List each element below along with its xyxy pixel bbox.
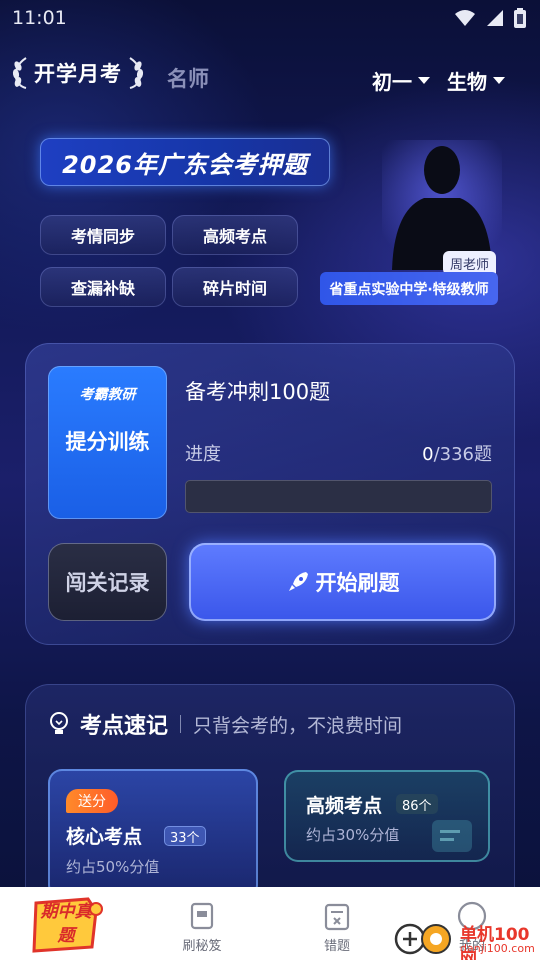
subject-selector[interactable]: 生物	[447, 66, 505, 95]
tab-secrets[interactable]: 刷秘笈	[152, 887, 252, 960]
laurel-left-icon	[12, 57, 27, 89]
core-points-desc: 约占50%分值	[66, 858, 160, 876]
rocket-icon	[288, 572, 308, 591]
quick-notes-subtitle: 只背会考的，不浪费时间	[193, 714, 403, 737]
frequent-points-title: 高频考点	[306, 795, 383, 817]
laurel-right-icon	[129, 57, 144, 89]
quick-notes-header: 考点速记 只背会考的，不浪费时间	[48, 708, 402, 740]
chevron-down-icon	[418, 77, 430, 84]
grade-selector[interactable]: 初一	[372, 66, 430, 95]
start-practice-button[interactable]: 开始刷题	[189, 543, 496, 621]
grade-label: 初一	[372, 70, 412, 94]
notes-icon	[432, 820, 472, 852]
lightbulb-icon	[50, 712, 68, 734]
brand-title[interactable]: 开学月考	[34, 58, 122, 88]
bonus-badge: 送分	[66, 789, 118, 813]
progress-total: /336题	[433, 444, 492, 465]
frequent-points-desc: 约占30%分值	[306, 826, 400, 844]
practice-title: 备考冲刺100题	[185, 380, 331, 404]
teacher-title-badge: 省重点实验中学·特级教师	[320, 272, 498, 305]
subject-label: 生物	[447, 70, 487, 94]
exam-banner-title: 2026年广东会考押题	[40, 138, 330, 186]
status-bar: 11:01	[0, 0, 540, 36]
tab-secrets-label: 刷秘笈	[182, 939, 222, 954]
wifi-icon	[455, 10, 475, 26]
watermark-url: danji100.com	[460, 942, 535, 955]
practice-badge: 考霸教研 提分训练	[48, 366, 167, 519]
start-practice-label: 开始刷题	[315, 571, 400, 595]
battery-icon	[514, 8, 526, 28]
core-points-count: 33个	[164, 826, 206, 846]
chevron-down-icon	[493, 77, 505, 84]
tab-wrong-questions-label: 错题	[323, 939, 350, 954]
feature-chip: 高频考点	[172, 215, 298, 255]
feature-chip: 碎片时间	[172, 267, 298, 307]
progress-done: 0	[422, 444, 434, 465]
challenge-record-button[interactable]: 闯关记录	[48, 543, 167, 621]
midterm-mascot-label: 期中真题	[40, 902, 92, 946]
progress-label: 进度	[185, 444, 221, 465]
divider	[180, 715, 182, 733]
progress-bar	[185, 480, 492, 513]
quick-notes-title: 考点速记	[80, 714, 169, 739]
top-bar: 开学月考 名师 初一 生物	[0, 56, 540, 100]
book-icon	[190, 902, 214, 930]
feature-chip: 考情同步	[40, 215, 166, 255]
feature-chip: 查漏补缺	[40, 267, 166, 307]
frequent-points-count: 86个	[396, 794, 438, 814]
brand: 开学月考 名师	[12, 56, 209, 91]
badge-brand: 考霸教研	[79, 387, 136, 403]
status-time: 11:01	[12, 7, 67, 29]
progress-count: 0/336题	[422, 440, 492, 466]
badge-title: 提分训练	[65, 430, 150, 454]
core-points-title: 核心考点	[66, 826, 143, 848]
tab-wrong-questions[interactable]: 错题	[287, 887, 387, 960]
wrong-notes-icon	[324, 903, 350, 931]
signal-icon	[487, 10, 503, 26]
tab-teacher[interactable]: 名师	[167, 63, 209, 93]
